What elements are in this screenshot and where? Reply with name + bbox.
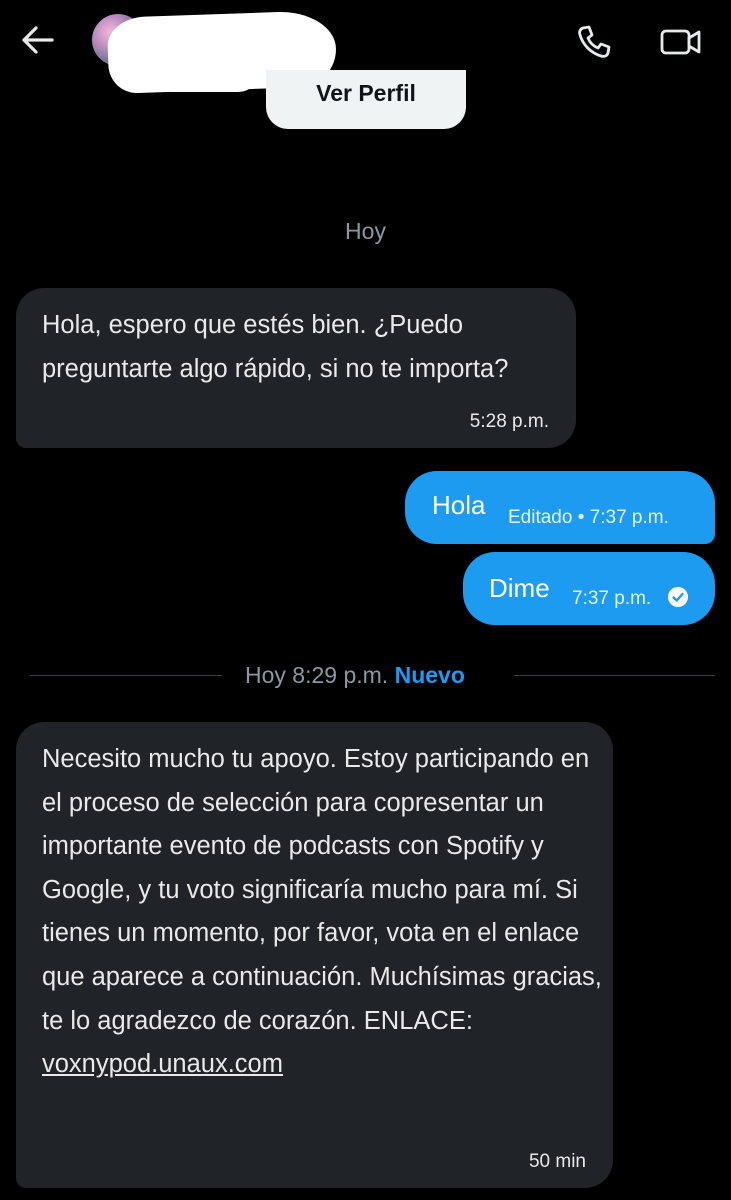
- message-meta: 7:37 p.m.: [572, 588, 652, 609]
- check-circle-icon: [668, 587, 688, 607]
- message-bubble-incoming[interactable]: Hola, espero que estés bien. ¿Puedo preg…: [16, 288, 576, 448]
- message-link[interactable]: voxnypod.unaux.com: [42, 1050, 283, 1078]
- message-body: Necesito mucho tu apoyo. Estoy participa…: [42, 745, 602, 1035]
- redacted-name-extra: [150, 48, 260, 92]
- message-bubble-outgoing[interactable]: Hola Editado • 7:37 p.m.: [405, 471, 715, 544]
- new-badge: Nuevo: [394, 662, 465, 688]
- divider-time: Hoy 8:29 p.m.: [245, 662, 389, 688]
- message-text: Necesito mucho tu apoyo. Estoy participa…: [42, 738, 602, 1087]
- message-time: 50 min: [528, 1151, 586, 1172]
- video-call-button[interactable]: [658, 22, 704, 62]
- message-meta: Editado • 7:37 p.m.: [508, 507, 669, 528]
- back-button[interactable]: [18, 22, 58, 58]
- video-camera-icon: [660, 29, 701, 55]
- call-button[interactable]: [574, 22, 614, 62]
- divider-line-right: [514, 675, 715, 676]
- new-messages-divider: Hoy 8:29 p.m. Nuevo: [30, 660, 715, 690]
- divider-line-left: [30, 675, 222, 676]
- message-text: Hola: [432, 490, 486, 520]
- message-bubble-incoming[interactable]: Necesito mucho tu apoyo. Estoy participa…: [16, 722, 613, 1188]
- divider-label: Hoy 8:29 p.m. Nuevo: [245, 660, 465, 690]
- chat-header: [0, 0, 731, 94]
- arrow-left-icon: [22, 26, 54, 54]
- message-time: 5:28 p.m.: [469, 411, 549, 432]
- message-text: Dime: [489, 573, 550, 603]
- phone-icon: [578, 25, 611, 58]
- date-separator: Hoy: [345, 218, 386, 244]
- seen-status: [667, 586, 731, 659]
- message-text: Hola, espero que estés bien. ¿Puedo preg…: [42, 311, 509, 383]
- view-profile-button[interactable]: Ver Perfil: [266, 70, 466, 129]
